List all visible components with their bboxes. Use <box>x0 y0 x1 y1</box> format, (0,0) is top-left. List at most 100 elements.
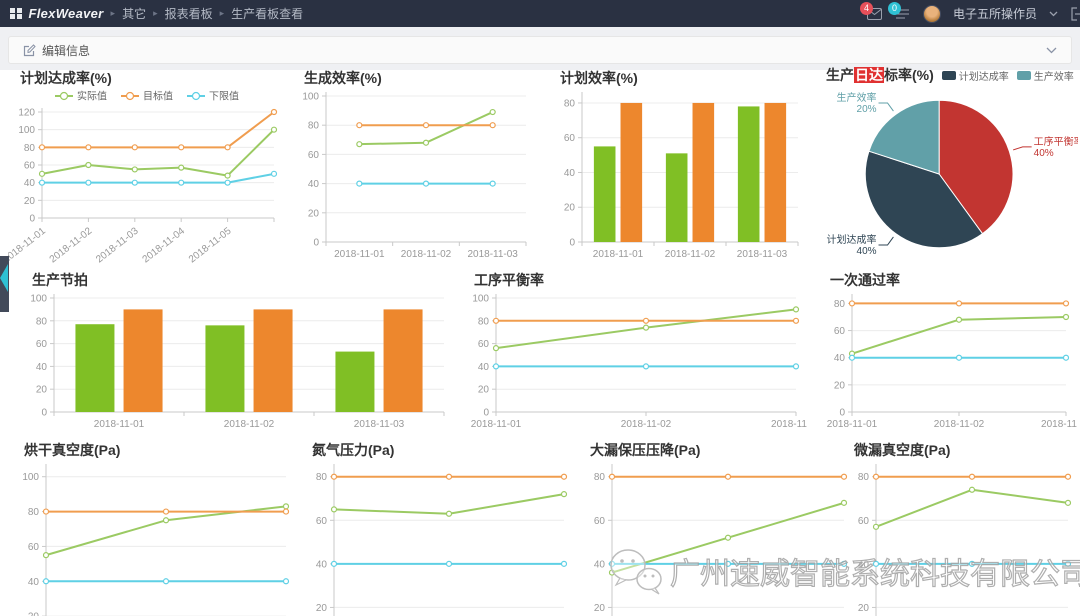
svg-text:80: 80 <box>478 316 490 327</box>
production-takt-plot[interactable]: 0 20 40 60 80 100 2018-11-01 2018-11-02 2018-11-… <box>20 288 456 439</box>
chart-title: 生产节拍 <box>32 272 88 288</box>
svg-text:2018-11-01: 2018-11-01 <box>471 419 522 430</box>
svg-text:2018-11-02: 2018-11-02 <box>934 419 985 430</box>
svg-text:2018-11-03: 2018-11-03 <box>354 419 405 430</box>
svg-text:100: 100 <box>472 294 489 305</box>
mail-badge: 4 <box>859 1 873 15</box>
sidebar-collapse-handle[interactable] <box>0 256 9 312</box>
chart-daily-target-rate-pie: 生产日达标率(%) 计划达成率生产效率 工序平衡率40% 计划达成率40% 生产效率… <box>816 62 1080 264</box>
svg-text:40: 40 <box>316 559 328 570</box>
gross-leak-pressure-drop-plot[interactable]: 020406080 <box>578 458 856 616</box>
svg-text:60: 60 <box>24 161 36 172</box>
svg-text:0: 0 <box>483 408 489 419</box>
svg-text:2018-11-03: 2018-11-03 <box>94 225 141 264</box>
svg-text:生产效率20%: 生产效率 20% <box>837 91 877 115</box>
avatar[interactable] <box>922 4 941 23</box>
app-grid-icon[interactable] <box>10 7 22 20</box>
plan-achievement-rate-plot[interactable]: 实际值 目标值 下限值 0 20 40 60 80 100 120 2018-11-01 2018-1… <box>1 86 286 269</box>
svg-text:2018-11: 2018-11 <box>771 419 807 430</box>
breadcrumb-separator-icon: ▸ <box>219 8 225 18</box>
svg-text:60: 60 <box>316 516 328 527</box>
svg-text:20: 20 <box>834 380 846 391</box>
svg-text:2018-11-03: 2018-11-03 <box>737 249 788 260</box>
chart-title: 计划效率(%) <box>560 70 638 86</box>
edit-info-label: 编辑信息 <box>42 43 91 58</box>
tasks-button[interactable]: 0 <box>887 1 911 21</box>
svg-text:工序平衡率40%: 工序平衡率40% <box>1034 135 1078 159</box>
logout-button[interactable] <box>1070 6 1080 21</box>
svg-text:实际值: 实际值 <box>77 90 107 103</box>
chart-title: 微漏真空度(Pa) <box>854 442 951 458</box>
chart-title: 工序平衡率 <box>474 272 544 288</box>
nitrogen-pressure-plot[interactable]: 020406080 <box>300 458 576 616</box>
svg-text:2018-11-02: 2018-11-02 <box>48 225 95 264</box>
svg-text:80: 80 <box>28 507 40 518</box>
svg-text:100: 100 <box>302 92 319 103</box>
svg-text:2018-11-01: 2018-11-01 <box>827 419 878 430</box>
user-menu[interactable]: 电子五所操作员 <box>953 5 1037 22</box>
svg-text:60: 60 <box>858 516 870 527</box>
svg-text:2018-11-01: 2018-11-01 <box>8 225 48 264</box>
svg-text:80: 80 <box>858 472 870 483</box>
chart-generation-efficiency: 生成效率(%) 0 20 40 60 80 100 2018-11-01 2018-11-02… <box>292 64 538 264</box>
chart-title: 大漏保压压降(Pa) <box>590 442 701 458</box>
pie-legend: 计划达成率 生产效率 <box>941 68 1074 83</box>
chart-plan-achievement-rate: 计划达成率(%) 实际值 目标值 下限值 0 20 40 60 80 100 120 2018-11… <box>1 64 286 265</box>
breadcrumb-separator-icon: ▸ <box>110 8 116 18</box>
generation-efficiency-plot[interactable]: 0 20 40 60 80 100 2018-11-01 2018-11-02 2018-11-… <box>292 86 538 269</box>
chart-title: 氮气压力(Pa) <box>312 442 395 458</box>
process-balance-rate-plot[interactable]: 0 20 40 60 80 100 2018-11-01 2018-11-02 2018-11 <box>462 288 808 439</box>
logout-icon <box>1071 6 1080 21</box>
fine-leak-vacuum-plot[interactable]: 020406080 <box>842 458 1080 616</box>
breadcrumb-other[interactable]: 其它 <box>122 5 146 22</box>
svg-text:40: 40 <box>24 178 36 189</box>
svg-text:80: 80 <box>308 121 320 132</box>
svg-text:2018-11-02: 2018-11-02 <box>224 419 275 430</box>
chart-plan-efficiency: 计划效率(%) 0 20 40 60 80 2018-11-01 2018-11-02 201… <box>548 64 810 264</box>
svg-text:计划达成率40%: 计划达成率 40% <box>827 233 877 257</box>
chart-title: 生成效率(%) <box>304 70 382 86</box>
svg-text:20: 20 <box>308 208 320 219</box>
svg-text:2018-11-02: 2018-11-02 <box>401 249 452 260</box>
svg-text:40: 40 <box>858 559 870 570</box>
svg-text:40: 40 <box>28 577 40 588</box>
svg-text:2018-11-03: 2018-11-03 <box>467 249 518 260</box>
chevron-left-icon <box>0 264 8 292</box>
breadcrumb-report-board[interactable]: 报表看板 <box>165 5 213 22</box>
chart-gross-leak-pressure-drop: 大漏保压压降(Pa) 020406080 <box>578 436 856 616</box>
svg-text:100: 100 <box>30 294 47 305</box>
breadcrumb-separator-icon: ▸ <box>153 8 158 18</box>
svg-text:0: 0 <box>839 408 845 419</box>
svg-text:80: 80 <box>36 316 48 327</box>
chart-title: 烘干真空度(Pa) <box>24 442 121 458</box>
svg-text:60: 60 <box>308 150 320 161</box>
svg-text:0: 0 <box>569 238 575 249</box>
svg-text:60: 60 <box>564 133 576 144</box>
drying-vacuum-plot[interactable]: 020406080100 <box>12 458 298 616</box>
svg-text:目标值: 目标值 <box>143 90 173 103</box>
chart-production-takt: 生产节拍 0 20 40 60 80 100 2018-11-01 2018-11-02 201… <box>20 266 456 434</box>
svg-text:20: 20 <box>594 603 606 614</box>
svg-text:40: 40 <box>308 179 320 190</box>
svg-text:20: 20 <box>36 385 48 396</box>
app-logo[interactable]: FlexWeaver <box>29 6 104 21</box>
first-pass-rate-plot[interactable]: 0 20 40 60 80 2018-11-01 2018-11-02 2018-11 <box>818 288 1078 439</box>
svg-text:100: 100 <box>18 125 35 136</box>
chart-title: 一次通过率 <box>830 272 900 288</box>
svg-text:2018-11-01: 2018-11-01 <box>593 249 644 260</box>
daily-target-rate-pie-plot[interactable]: 工序平衡率40% 计划达成率40% 生产效率20% <box>816 84 1080 269</box>
messages-button[interactable]: 4 <box>859 1 883 21</box>
svg-text:2018-11-05: 2018-11-05 <box>187 225 234 264</box>
edit-info-bar[interactable]: 编辑信息 <box>8 36 1072 64</box>
collapse-chevron-icon[interactable] <box>1046 47 1057 54</box>
legend-item[interactable]: 计划达成率 <box>941 68 1009 83</box>
breadcrumb-production-board-view[interactable]: 生产看板查看 <box>231 5 303 22</box>
svg-text:2018-11-04: 2018-11-04 <box>141 225 188 264</box>
chevron-down-icon[interactable] <box>1049 11 1058 17</box>
top-navbar: FlexWeaver ▸ 其它 ▸ 报表看板 ▸ 生产看板查看 4 0 电子五所… <box>0 0 1080 27</box>
svg-text:40: 40 <box>834 353 846 364</box>
legend-item[interactable]: 生产效率 <box>1016 68 1074 83</box>
plan-efficiency-plot[interactable]: 0 20 40 60 80 2018-11-01 2018-11-02 2018-11-03 <box>548 86 810 269</box>
svg-text:2018-11-01: 2018-11-01 <box>94 419 145 430</box>
svg-text:20: 20 <box>24 196 36 207</box>
